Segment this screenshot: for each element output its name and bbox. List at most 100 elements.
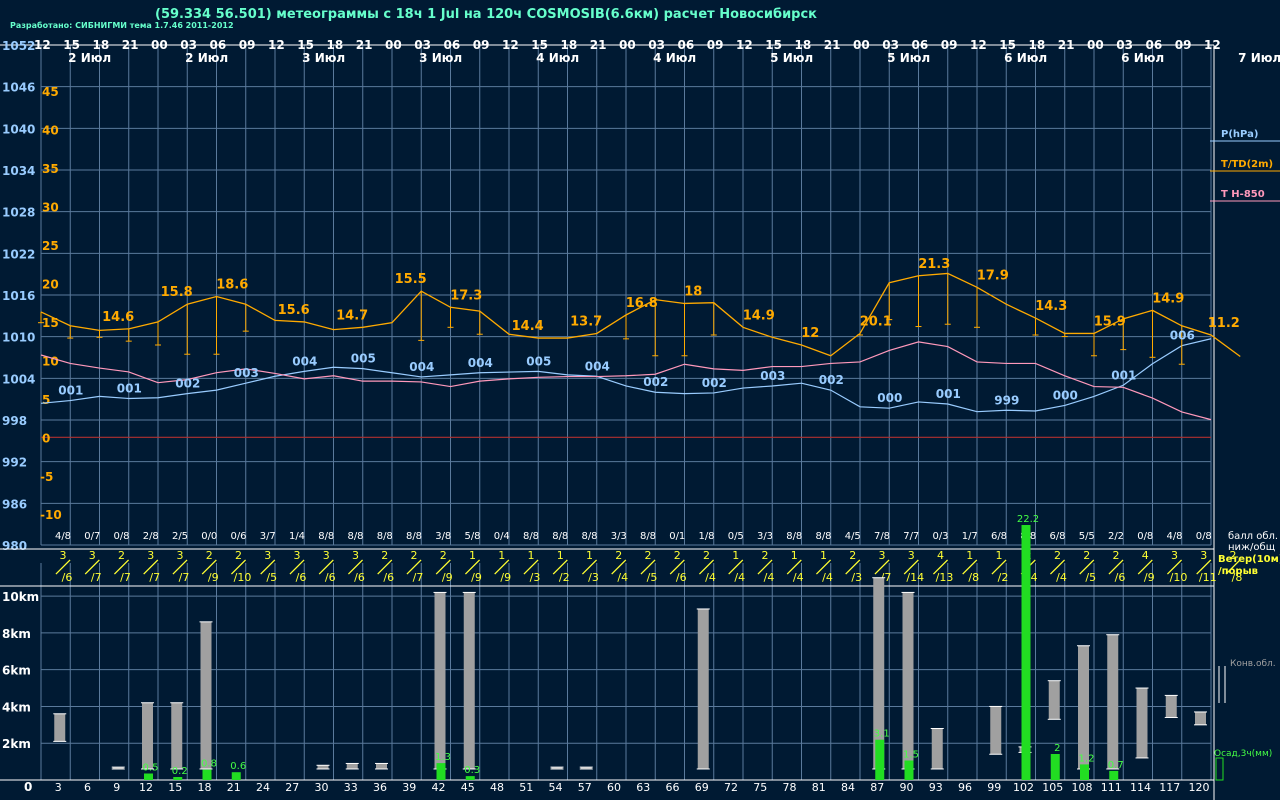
hour-label: 09 — [473, 38, 490, 52]
cloud-cover-value: 0/0 — [201, 531, 217, 542]
temperature-value-label: 15.9 — [1094, 314, 1126, 329]
cloud-cover-value: 0/7 — [84, 531, 100, 542]
precipitation-value: 1.3 — [435, 752, 451, 763]
wind-speed-value: 3 — [177, 549, 184, 562]
forecast-hour-label: 30 — [315, 781, 329, 794]
wind-gust-value: /9 — [500, 571, 511, 584]
temperature-tick-label: 35 — [42, 162, 59, 176]
pressure-value-label: 004 — [585, 359, 610, 373]
pressure-value-label: 002 — [702, 376, 727, 390]
cloud-cover-value: 1/7 — [962, 531, 978, 542]
pressure-tick-label: 1010 — [2, 331, 35, 345]
pressure-value-label: 002 — [175, 377, 200, 391]
wind-gust-value: /4 — [705, 571, 716, 584]
temperature-value-label: 14.9 — [1152, 291, 1184, 306]
hour-label: 03 — [648, 38, 665, 52]
legend-entry: P(hPa) — [1221, 129, 1258, 140]
precipitation-bar — [436, 763, 446, 780]
temperature-value-label: 16.8 — [626, 296, 658, 311]
hour-label: 18 — [795, 38, 812, 52]
wind-speed-value: 2 — [206, 549, 213, 562]
forecast-hour-label: 39 — [402, 781, 416, 794]
precipitation-value: 0.5 — [143, 763, 159, 774]
date-label: 3 Июл — [419, 51, 462, 65]
grid — [0, 44, 1215, 800]
height-tick-label: 2km — [2, 737, 31, 751]
temperature-value-label: 12 — [801, 326, 819, 341]
date-label: 3 Июл — [302, 51, 345, 65]
convective-legend: Конв.обл. — [1230, 659, 1276, 669]
cloud-cover-value: 5/8 — [464, 531, 480, 542]
legend-entry: T/TD(2m) — [1221, 159, 1273, 170]
wind-speed-value: 4 — [937, 549, 944, 562]
convective-cloud-bar — [1165, 695, 1177, 718]
cloud-cover-value: 8/8 — [640, 531, 656, 542]
temperature-value-label: 17.3 — [450, 288, 482, 303]
wind-speed-value: 3 — [352, 549, 359, 562]
precipitation-bar — [1080, 764, 1089, 780]
hour-label: 03 — [180, 38, 197, 52]
hour-label: 12 — [1204, 38, 1221, 52]
precipitation-value: 0.6 — [230, 761, 246, 772]
forecast-hour-label: 78 — [783, 781, 797, 794]
convective-cloud-bar — [142, 702, 153, 769]
pressure-tick-label: 992 — [2, 456, 27, 470]
wind-speed-value: 2 — [849, 549, 856, 562]
wind-gust-value: /9 — [471, 571, 482, 584]
wind-gust-value: /4 — [617, 571, 628, 584]
wind-gust-value: /6 — [383, 571, 394, 584]
wind-speed-value: 3 — [323, 549, 330, 562]
wind-gust-value: /8 — [968, 571, 979, 584]
hour-label: 03 — [882, 38, 899, 52]
cloud-cover-value: 0/8 — [113, 531, 129, 542]
convective-cloud-bar — [1136, 688, 1148, 758]
wind-speed-value: 3 — [147, 549, 154, 562]
temperature-tick-label: 20 — [42, 277, 59, 291]
wind-speed-value: 2 — [440, 549, 447, 562]
height-tick-label: 0 — [24, 780, 32, 794]
cloud-cover-value: 6/8 — [991, 531, 1007, 542]
wind-gust-value: /10 — [234, 571, 252, 584]
hour-label: 15 — [297, 38, 314, 52]
wind-gust-value: /11 — [1199, 571, 1217, 584]
pressure-tick-label: 1004 — [2, 372, 35, 386]
cloud-cover-value: 0/1 — [669, 531, 685, 542]
pressure-value-label: 001 — [1111, 368, 1136, 382]
wind-speed-value: 2 — [1054, 549, 1061, 562]
wind-speed-value: 2 — [615, 549, 622, 562]
precipitation-value: 3.1 — [874, 729, 890, 740]
forecast-hour-label: 24 — [256, 781, 270, 794]
wind-gust-value: /3 — [530, 571, 541, 584]
hour-label: 21 — [1058, 38, 1075, 52]
wind-gust-value: /6 — [325, 571, 336, 584]
legend: P(hPa)T/TD(2m)T H-850Конв.обл.Осад,3ч(мм… — [1210, 129, 1280, 781]
hour-label: 15 — [531, 38, 548, 52]
wind-speed-value: 2 — [411, 549, 418, 562]
hour-label: 15 — [63, 38, 80, 52]
cloud-cover-value: 0/3 — [932, 531, 948, 542]
convective-cloud-bar — [697, 608, 709, 769]
temperature-tick-label: 45 — [42, 85, 59, 99]
wind-gust-value: /7 — [120, 571, 131, 584]
precipitation-bar — [231, 772, 241, 780]
hour-label: 06 — [912, 38, 929, 52]
cloud-cover-value: 8/8 — [347, 531, 363, 542]
forecast-hour-label: 105 — [1042, 781, 1063, 794]
wind-gust-value: /5 — [1085, 571, 1096, 584]
convective-cloud-bar — [54, 713, 66, 742]
cloud-cover-value: 1/4 — [289, 531, 305, 542]
hour-label: 15 — [999, 38, 1016, 52]
pressure-value-label: 002 — [819, 373, 844, 387]
temperature-value-label: 15.8 — [161, 285, 193, 300]
cloud-cover-value: 0/6 — [230, 531, 246, 542]
pressure-tick-label: 986 — [2, 497, 27, 511]
cloud-cover-value: 1/8 — [698, 531, 714, 542]
wind-speed-value: 3 — [60, 549, 67, 562]
pressure-value-label: 003 — [234, 366, 259, 380]
forecast-hour-label: 120 — [1189, 781, 1210, 794]
convective-cloud-bar — [1048, 680, 1060, 720]
forecast-hour-label: 102 — [1013, 781, 1034, 794]
cloud-cover-value: 2/2 — [1108, 531, 1124, 542]
forecast-hour-label: 51 — [519, 781, 533, 794]
wind-speed-value: 4 — [1142, 549, 1149, 562]
